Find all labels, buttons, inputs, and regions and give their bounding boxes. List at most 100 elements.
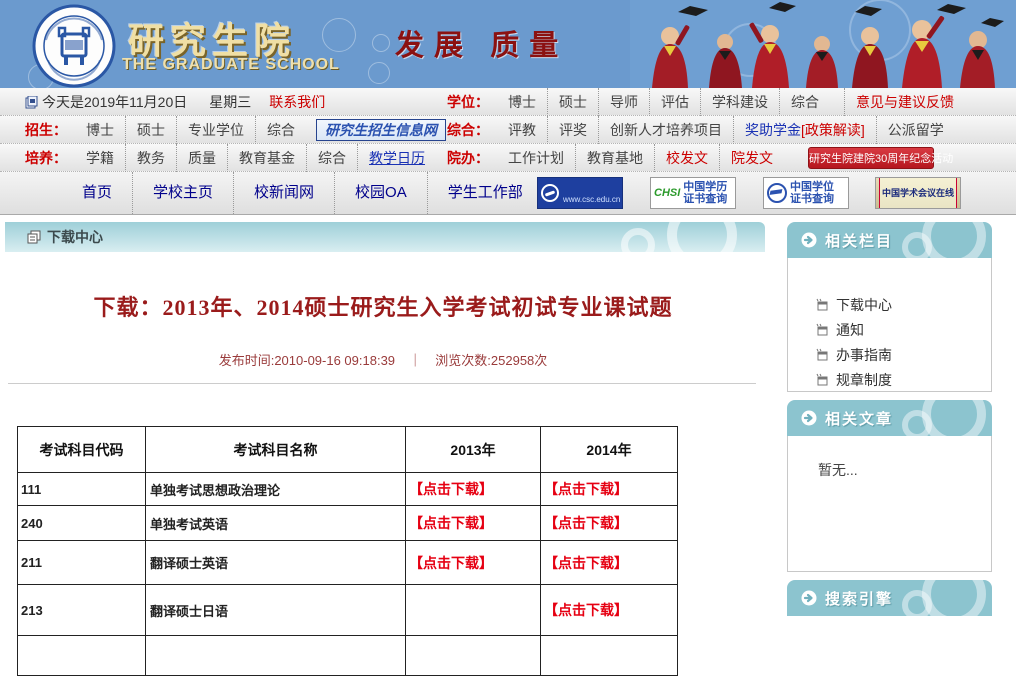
circle-arrow-icon bbox=[801, 590, 817, 606]
sidebar-item-download-center[interactable]: 下载中心 bbox=[816, 292, 991, 317]
anniversary-30th-button[interactable]: 研究生院建院30周年纪念活动 bbox=[808, 147, 934, 169]
sidebar-box-title: 搜索引擎 bbox=[825, 588, 893, 609]
nav-degree-supervisor[interactable]: 导师 bbox=[598, 88, 649, 116]
list-bullet-icon bbox=[816, 373, 829, 386]
nav-innovation-program[interactable]: 创新人才培养项目 bbox=[598, 116, 733, 144]
table-row: 240 单独考试英语 【点击下载】 【点击下载】 bbox=[18, 506, 678, 541]
list-bullet-icon bbox=[816, 348, 829, 361]
decor-ring bbox=[902, 410, 932, 436]
download-link-2013[interactable]: 【点击下载】 bbox=[409, 555, 493, 571]
empty-cell bbox=[406, 585, 541, 636]
teaching-calendar-link[interactable]: 教学日历 bbox=[357, 144, 436, 172]
nav-degree-doctor[interactable]: 博士 bbox=[497, 88, 547, 116]
nav-training-misc[interactable]: 综合 bbox=[306, 144, 357, 172]
training-label: 培养： bbox=[25, 144, 67, 172]
chsi-logo-icon: CHSI bbox=[654, 177, 680, 209]
nav-academic-affairs[interactable]: 教务 bbox=[125, 144, 176, 172]
subject-name: 单独考试思想政治理论 bbox=[146, 473, 406, 506]
sidebar-item-label: 通知 bbox=[836, 320, 864, 340]
banner-csc-study-abroad[interactable]: 国家留学网 www.csc.edu.cn bbox=[537, 177, 623, 209]
subject-code: 240 bbox=[18, 506, 146, 541]
nav-school-homepage[interactable]: 学校主页 bbox=[132, 172, 233, 214]
banner-title: 中国学位 bbox=[790, 181, 834, 193]
empty-cell bbox=[406, 636, 541, 676]
globe-icon bbox=[541, 184, 559, 202]
related-articles-box: 相关文章 暂无... bbox=[787, 400, 992, 572]
banner-chsi-diploma-check[interactable]: CHSI 中国学历 证书查询 bbox=[650, 177, 736, 209]
subject-name: 翻译硕士日语 bbox=[146, 585, 406, 636]
download-link-2013[interactable]: 【点击下载】 bbox=[409, 515, 493, 531]
view-count: 浏览次数:252958次 bbox=[435, 353, 547, 368]
download-link-2014[interactable]: 【点击下载】 bbox=[544, 602, 628, 618]
nav-study-abroad[interactable]: 公派留学 bbox=[876, 116, 955, 144]
feedback-link[interactable]: 意见与建议反馈 bbox=[844, 88, 965, 116]
nav-adm-doctor[interactable]: 博士 bbox=[75, 116, 125, 144]
nav-work-plan[interactable]: 工作计划 bbox=[497, 144, 575, 172]
nav-home[interactable]: 首页 bbox=[62, 172, 132, 214]
sidebar-item-label: 下载中心 bbox=[836, 295, 892, 315]
subject-code: 211 bbox=[18, 541, 146, 585]
school-documents-link[interactable]: 校发文 bbox=[654, 144, 719, 172]
decor-ring bbox=[621, 228, 655, 252]
decor-ring bbox=[902, 232, 932, 258]
admissions-label: 招生： bbox=[25, 116, 67, 144]
meta-divider: ｜ bbox=[409, 353, 422, 368]
related-columns-box: 相关栏目 下载中心 通知 办事指南 规章制度 bbox=[787, 222, 992, 392]
table-row: 211 翻译硕士英语 【点击下载】 【点击下载】 bbox=[18, 541, 678, 585]
search-engine-header: 搜索引擎 bbox=[787, 580, 992, 616]
list-bullet-icon bbox=[816, 323, 829, 336]
seal-icon bbox=[32, 4, 116, 88]
sidebar: 相关栏目 下载中心 通知 办事指南 规章制度 bbox=[787, 222, 992, 624]
nav-degree-evaluation[interactable]: 评估 bbox=[649, 88, 700, 116]
nav-education-fund[interactable]: 教育基金 bbox=[227, 144, 306, 172]
sidebar-item-regulations[interactable]: 规章制度 bbox=[816, 367, 991, 392]
banner-cdgdc-degree-check[interactable]: 中国学位 证书查询 bbox=[763, 177, 849, 209]
nav-enrollment-status[interactable]: 学籍 bbox=[75, 144, 125, 172]
sidebar-item-service-guide[interactable]: 办事指南 bbox=[816, 342, 991, 367]
download-link-2014[interactable]: 【点击下载】 bbox=[544, 481, 628, 497]
banner-title: 中国学历 bbox=[683, 181, 727, 193]
related-columns-header: 相关栏目 bbox=[787, 222, 992, 258]
table-header-row: 考试科目代码 考试科目名称 2013年 2014年 bbox=[18, 427, 678, 473]
nav-scholarship[interactable]: 奖助学金[政策解读] bbox=[733, 116, 876, 144]
decor-circle bbox=[368, 62, 390, 84]
table-row-partial bbox=[18, 636, 678, 676]
scholarship-link[interactable]: 奖助学金 bbox=[745, 122, 801, 138]
download-link-2013[interactable]: 【点击下载】 bbox=[409, 481, 493, 497]
related-articles-body: 暂无... bbox=[787, 436, 992, 572]
search-engine-box: 搜索引擎 bbox=[787, 580, 992, 616]
banner-subtitle: 证书查询 bbox=[683, 193, 727, 205]
nav-school-news[interactable]: 校新闻网 bbox=[233, 172, 334, 214]
download-link-2014[interactable]: 【点击下载】 bbox=[544, 555, 628, 571]
nav-degree-master[interactable]: 硕士 bbox=[547, 88, 598, 116]
admission-info-site-button[interactable]: 研究生招生信息网 bbox=[316, 119, 446, 141]
calendar-date-icon bbox=[25, 96, 38, 109]
banner-academic-conference-online[interactable]: 中国学术会议在线 bbox=[875, 177, 961, 209]
current-date: 今天是2019年11月20日 bbox=[42, 88, 187, 116]
subject-name: 单独考试英语 bbox=[146, 506, 406, 541]
sidebar-item-label: 办事指南 bbox=[836, 345, 892, 365]
dept-documents-link[interactable]: 院发文 bbox=[719, 144, 784, 172]
sidebar-item-notices[interactable]: 通知 bbox=[816, 317, 991, 342]
nav-degree-discipline[interactable]: 学科建设 bbox=[700, 88, 779, 116]
decor-ring bbox=[922, 580, 986, 616]
contact-us-link[interactable]: 联系我们 bbox=[269, 88, 325, 116]
nav-student-affairs[interactable]: 学生工作部 bbox=[427, 172, 543, 214]
nav-degree-misc[interactable]: 综合 bbox=[779, 88, 830, 116]
slogan-text: 发展 质量 bbox=[395, 22, 568, 64]
office-label: 院办： bbox=[447, 144, 489, 172]
nav-education-base[interactable]: 教育基地 bbox=[575, 144, 654, 172]
university-seal-logo[interactable] bbox=[32, 4, 116, 88]
policy-note[interactable]: [政策解读] bbox=[801, 122, 865, 138]
decor-circle bbox=[372, 34, 390, 52]
download-link-2014[interactable]: 【点击下载】 bbox=[544, 515, 628, 531]
nav-campus-oa[interactable]: 校园OA bbox=[334, 172, 427, 214]
nav-adm-professional[interactable]: 专业学位 bbox=[176, 116, 255, 144]
breadcrumb-label[interactable]: 下载中心 bbox=[47, 227, 103, 247]
nav-teaching-eval[interactable]: 评教 bbox=[497, 116, 547, 144]
nav-adm-master[interactable]: 硕士 bbox=[125, 116, 176, 144]
nav-adm-misc[interactable]: 综合 bbox=[255, 116, 306, 144]
nav-quality[interactable]: 质量 bbox=[176, 144, 227, 172]
table-row: 213 翻译硕士日语 【点击下载】 bbox=[18, 585, 678, 636]
nav-awards[interactable]: 评奖 bbox=[547, 116, 598, 144]
